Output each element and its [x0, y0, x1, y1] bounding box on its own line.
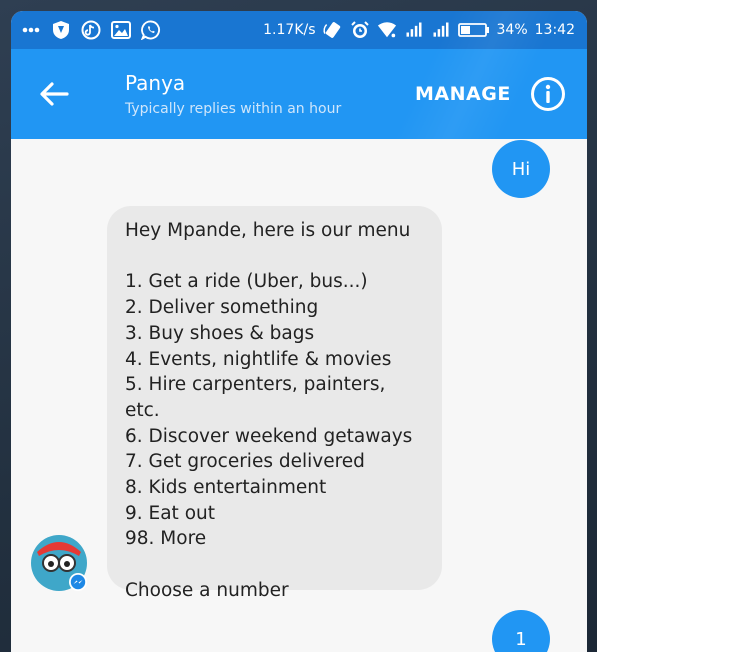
outgoing-message[interactable]: Hi [492, 140, 550, 198]
incoming-message[interactable]: Hey Mpande, here is our menu 1. Get a ri… [107, 206, 442, 601]
status-bar-right: 1.17K/s 34% 13:42 [263, 20, 575, 40]
overflow-dots-icon [21, 20, 41, 40]
contact-name[interactable]: Panya [125, 71, 185, 95]
messenger-badge-icon [70, 574, 86, 590]
back-button[interactable] [37, 77, 71, 111]
gallery-icon [111, 20, 131, 40]
status-bar: 1.17K/s 34% 13:42 [11, 11, 587, 49]
clock: 13:42 [534, 22, 575, 38]
back-arrow-icon [40, 82, 69, 106]
bot-avatar[interactable] [30, 534, 88, 592]
wifi-icon [377, 20, 397, 40]
tiktok-icon [81, 20, 101, 40]
whatsapp-icon [141, 20, 161, 40]
alarm-clock-icon [350, 20, 370, 40]
signal-icon-2 [431, 20, 451, 40]
manage-button[interactable]: MANAGE [415, 83, 511, 105]
message-list[interactable]: Hi Hey Mpande, here is our menu 1. Get a… [11, 139, 587, 652]
status-bar-left [21, 20, 161, 40]
contact-status: Typically replies within an hour [125, 101, 342, 117]
rotate-icon [322, 20, 343, 40]
phone-frame: 1.17K/s 34% 13:42 Panya Typically replie… [0, 0, 597, 652]
battery-percent: 34% [496, 22, 528, 38]
network-speed: 1.17K/s [263, 22, 316, 38]
signal-icon [404, 20, 424, 40]
info-icon [531, 77, 565, 111]
conversation-header: Panya Typically replies within an hour M… [11, 49, 587, 139]
phone-screen: 1.17K/s 34% 13:42 Panya Typically replie… [11, 11, 587, 652]
battery-icon [457, 20, 490, 40]
shield-icon [51, 20, 71, 40]
outgoing-message[interactable]: 1 [492, 610, 550, 652]
info-button[interactable] [530, 76, 566, 112]
